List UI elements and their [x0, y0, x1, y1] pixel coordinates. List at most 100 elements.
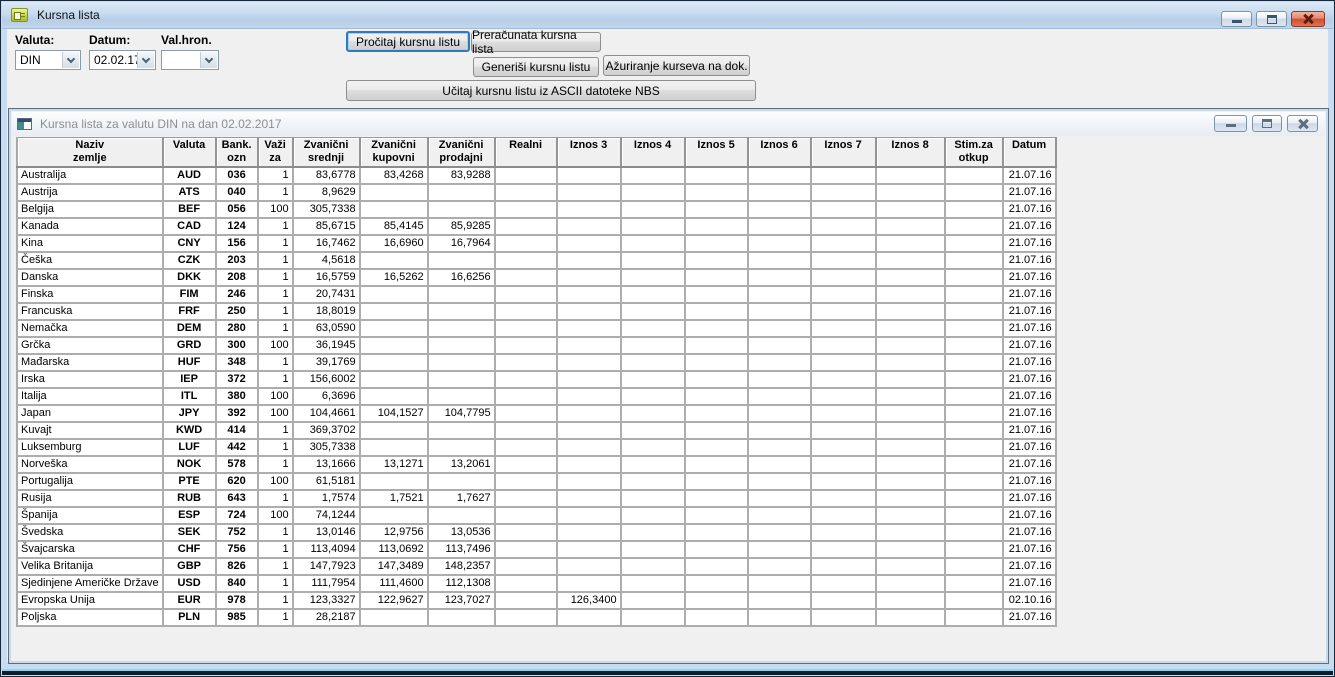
grid-cell[interactable]: 39,1769	[293, 354, 360, 371]
grid-cell[interactable]	[876, 439, 945, 456]
grid-cell[interactable]	[685, 524, 748, 541]
grid-cell[interactable]	[876, 303, 945, 320]
grid-cell[interactable]	[621, 167, 685, 184]
grid-cell[interactable]: 21.07.16	[1003, 337, 1056, 354]
grid-cell[interactable]	[495, 609, 557, 626]
grid-cell[interactable]	[685, 439, 748, 456]
grid-cell[interactable]	[685, 337, 748, 354]
grid-cell[interactable]: 100	[258, 201, 293, 218]
grid-cell[interactable]: 21.07.16	[1003, 558, 1056, 575]
grid-cell[interactable]	[428, 371, 495, 388]
grid-cell[interactable]: 100	[258, 405, 293, 422]
grid-cell[interactable]	[876, 388, 945, 405]
grid-cell[interactable]: PLN	[163, 609, 216, 626]
grid-cell[interactable]	[876, 541, 945, 558]
grid-cell[interactable]	[811, 456, 876, 473]
grid-cell[interactable]	[557, 201, 621, 218]
grid-cell[interactable]	[811, 575, 876, 592]
grid-cell[interactable]	[621, 354, 685, 371]
grid-cell[interactable]	[557, 405, 621, 422]
grid-cell[interactable]: 1	[258, 371, 293, 388]
grid-cell[interactable]	[748, 167, 811, 184]
grid-cell[interactable]: Rusija	[17, 490, 163, 507]
grid-cell[interactable]: CAD	[163, 218, 216, 235]
grid-cell[interactable]: Nemačka	[17, 320, 163, 337]
grid-cell[interactable]	[748, 286, 811, 303]
grid-cell[interactable]	[557, 167, 621, 184]
grid-cell[interactable]	[360, 507, 428, 524]
grid-cell[interactable]: 1	[258, 575, 293, 592]
grid-cell[interactable]: 21.07.16	[1003, 388, 1056, 405]
grid-cell[interactable]	[621, 558, 685, 575]
grid-cell[interactable]	[495, 320, 557, 337]
grid-cell[interactable]: 380	[216, 388, 258, 405]
grid-cell[interactable]	[621, 575, 685, 592]
grid-cell[interactable]: 148,2357	[428, 558, 495, 575]
grid-cell[interactable]	[360, 371, 428, 388]
grid-cell[interactable]: 978	[216, 592, 258, 609]
grid-cell[interactable]: HUF	[163, 354, 216, 371]
grid-cell[interactable]: 21.07.16	[1003, 252, 1056, 269]
grid-cell[interactable]	[945, 303, 1003, 320]
grid-cell[interactable]: 13,2061	[428, 456, 495, 473]
grid-cell[interactable]: 21.07.16	[1003, 201, 1056, 218]
grid-cell[interactable]	[621, 388, 685, 405]
grid-cell[interactable]: 61,5181	[293, 473, 360, 490]
grid-cell[interactable]: 620	[216, 473, 258, 490]
grid-cell[interactable]: 20,7431	[293, 286, 360, 303]
grid-cell[interactable]	[945, 354, 1003, 371]
grid-cell[interactable]	[876, 524, 945, 541]
grid-cell[interactable]: 16,5262	[360, 269, 428, 286]
grid-cell[interactable]	[748, 507, 811, 524]
grid-cell[interactable]	[557, 218, 621, 235]
grid-cell[interactable]	[945, 456, 1003, 473]
grid-cell[interactable]	[360, 439, 428, 456]
grid-cell[interactable]	[428, 473, 495, 490]
grid-cell[interactable]: 305,7338	[293, 201, 360, 218]
grid-cell[interactable]: Poljska	[17, 609, 163, 626]
grid-cell[interactable]	[428, 609, 495, 626]
grid-cell[interactable]: 643	[216, 490, 258, 507]
grid-cell[interactable]	[685, 303, 748, 320]
grid-cell[interactable]	[557, 286, 621, 303]
grid-cell[interactable]: 13,1666	[293, 456, 360, 473]
grid-cell[interactable]: 1	[258, 167, 293, 184]
grid-cell[interactable]	[811, 592, 876, 609]
grid-cell[interactable]: 100	[258, 388, 293, 405]
grid-cell[interactable]	[876, 337, 945, 354]
grid-cell[interactable]	[360, 320, 428, 337]
grid-cell[interactable]	[685, 592, 748, 609]
grid-cell[interactable]: 21.07.16	[1003, 286, 1056, 303]
grid-cell[interactable]	[557, 524, 621, 541]
grid-cell[interactable]	[360, 609, 428, 626]
grid-cell[interactable]: 85,6715	[293, 218, 360, 235]
grid-cell[interactable]: 442	[216, 439, 258, 456]
grid-cell[interactable]: 21.07.16	[1003, 490, 1056, 507]
grid-cell[interactable]: 63,0590	[293, 320, 360, 337]
grid-cell[interactable]: 100	[258, 337, 293, 354]
grid-cell[interactable]: 21.07.16	[1003, 320, 1056, 337]
grid-cell[interactable]	[876, 354, 945, 371]
grid-cell[interactable]	[748, 201, 811, 218]
grid-cell[interactable]	[495, 541, 557, 558]
grid-cell[interactable]: Francuska	[17, 303, 163, 320]
grid-cell[interactable]	[621, 303, 685, 320]
grid-cell[interactable]	[360, 337, 428, 354]
child-close-button[interactable]	[1287, 115, 1318, 132]
grid-cell[interactable]	[748, 592, 811, 609]
grid-cell[interactable]	[685, 184, 748, 201]
grid-cell[interactable]	[621, 473, 685, 490]
grid-cell[interactable]	[428, 201, 495, 218]
grid-cell[interactable]	[945, 558, 1003, 575]
grid-cell[interactable]: 280	[216, 320, 258, 337]
grid-cell[interactable]	[685, 167, 748, 184]
grid-cell[interactable]: 1	[258, 320, 293, 337]
grid-cell[interactable]: 85,9285	[428, 218, 495, 235]
grid-cell[interactable]	[945, 405, 1003, 422]
preracunata-button[interactable]: Preračunata kursna lista	[471, 32, 601, 52]
grid-cell[interactable]: 104,4661	[293, 405, 360, 422]
grid-cell[interactable]: NOK	[163, 456, 216, 473]
grid-cell[interactable]	[945, 218, 1003, 235]
grid-cell[interactable]	[495, 456, 557, 473]
grid-cell[interactable]: 826	[216, 558, 258, 575]
